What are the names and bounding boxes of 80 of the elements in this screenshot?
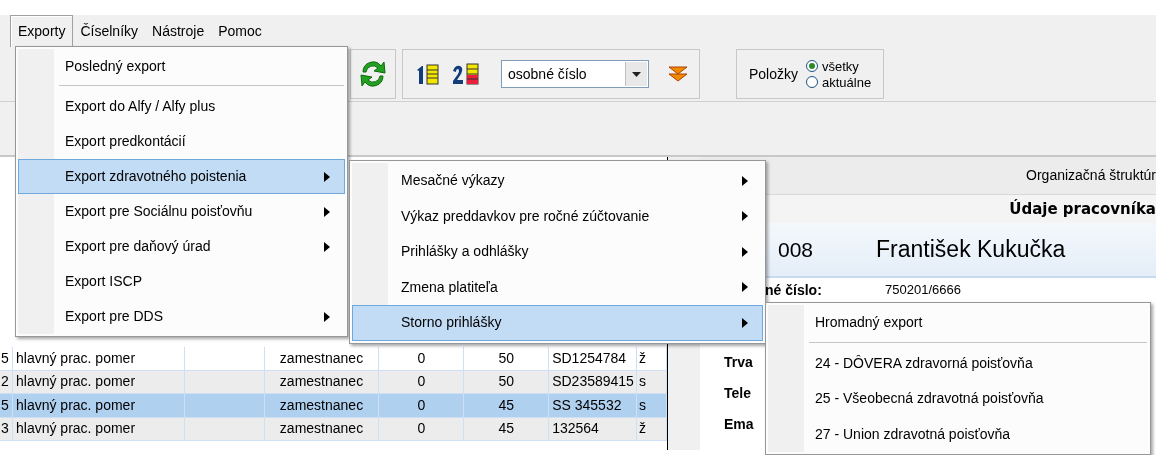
table-cell: SD23589415 [549,370,638,393]
table-cell: 3 [0,417,13,440]
menu-item[interactable]: Prihlášky a odhlášky [352,234,763,270]
menu-item[interactable]: Posledný export [18,49,345,89]
sort-second-icon[interactable] [451,62,481,86]
field-label: Trva [724,353,753,372]
double-chevron-icon[interactable] [667,64,689,84]
field-value: 750201/6666 [885,281,961,300]
table-cell: zamestnanec [264,417,380,440]
table-cell: 0 [379,394,465,417]
table-row[interactable]: 5 hlavný prac. pomer zamestnanec 0 50 SD1254784 ž [0,347,667,371]
table-cell: hlavný prac. pomer [13,347,185,370]
menu-bar-item[interactable]: Exporty [10,15,74,47]
section-title: Údaje pracovníka [1009,198,1156,220]
menu-item[interactable]: Mesačné výkazy [352,163,763,199]
table-cell: zamestnanec [264,370,380,393]
submenu-arrow-icon [742,246,748,257]
table-cell: 5 [0,394,13,417]
field-label: Ema [724,415,754,434]
employee-name: František Kukučka [876,235,1066,265]
radio-option[interactable]: aktuálne [806,74,872,90]
table-row[interactable]: 2 hlavný prac. pomer zamestnanec 0 50 SD23589415 s [0,370,667,394]
menu-item[interactable]: Export do Alfy / Alfy plus [18,89,345,124]
menu-item[interactable]: Export pre Sociálnu poisťovňu [18,194,345,229]
table-cell: hlavný prac. pomer [13,370,185,393]
menu-item[interactable]: 24 - DÔVERA zdravorná poisťovňa [768,345,1148,381]
table-cell: 0 [379,370,465,393]
submenu-arrow-icon [324,241,330,252]
menu-item[interactable]: Hromadný export [768,305,1148,346]
submenu-arrow-icon [742,175,748,186]
menu-item[interactable]: Export pre DDS [18,299,345,334]
refresh-icon[interactable] [357,58,389,90]
submenu-arrow-icon [324,311,330,322]
menu-bar-item[interactable]: Nástroje [145,15,212,47]
table-cell: s [637,394,667,417]
radio-option[interactable]: všetky [806,58,872,74]
menu-bar-item[interactable]: Číselníky [73,15,146,47]
table-cell: ž [637,417,667,440]
menu-item[interactable]: Výkaz preddavkov pre ročné zúčtovanie [352,198,763,234]
org-structure-label: Organizačná štruktúr [1026,166,1156,185]
table-cell: zamestnanec [264,347,380,370]
menu-item[interactable]: Export zdravotného poistenia [18,159,345,194]
table-cell: zamestnanec [264,394,380,417]
table-row[interactable]: 5 hlavný prac. pomer zamestnanec 0 45 SS 345532 s [0,394,667,418]
sort-field-dropdown[interactable]: osobné číslo [501,60,649,88]
table-cell: 50 [464,370,550,393]
menu-bar-item[interactable]: Pomoc [211,15,269,47]
items-label: Položky [749,64,799,84]
submenu-arrow-icon [324,206,330,217]
submenu-arrow-icon [742,317,748,328]
menu-item[interactable]: Export predkontácií [18,124,345,159]
menu-item[interactable]: 27 - Union zdravotná poisťovňa [768,416,1148,452]
caret-icon [632,71,641,77]
table-cell: 45 [464,417,550,440]
table-cell: 45 [464,394,550,417]
dropdown-button[interactable] [625,62,647,86]
submenu-arrow-icon [324,171,330,182]
table-cell: SD1254784 [549,347,638,370]
table-cell: 2 [0,370,13,393]
submenu-arrow-icon [742,282,748,293]
submenu-arrow-icon [742,211,748,222]
field-label: Tele [724,384,751,403]
table-cell: 50 [464,347,550,370]
table-cell: 0 [379,417,465,440]
table-cell: hlavný prac. pomer [13,417,185,440]
table-cell: 132564 [549,417,638,440]
menu-item[interactable]: Storno prihlášky [352,305,763,341]
employee-number: 008 [778,236,814,263]
menu-item[interactable]: Export pre daňový úrad [18,229,345,264]
menu-item[interactable]: Zmena platiteľa [352,269,763,305]
table-cell: 0 [379,347,465,370]
table-cell: hlavný prac. pomer [13,394,185,417]
menu-item[interactable]: Export ISCP [18,264,345,299]
menu-item[interactable]: 25 - Všeobecná zdravotná poisťovňa [768,381,1148,417]
table-cell: SS 345532 [549,394,638,417]
table-row[interactable]: 3 hlavný prac. pomer zamestnanec 0 45 132564 ž [0,417,667,441]
table-cell: s [637,370,667,393]
field-label: né číslo: [765,280,823,300]
table-cell: 5 [0,347,13,370]
table-cell: ž [637,347,667,370]
